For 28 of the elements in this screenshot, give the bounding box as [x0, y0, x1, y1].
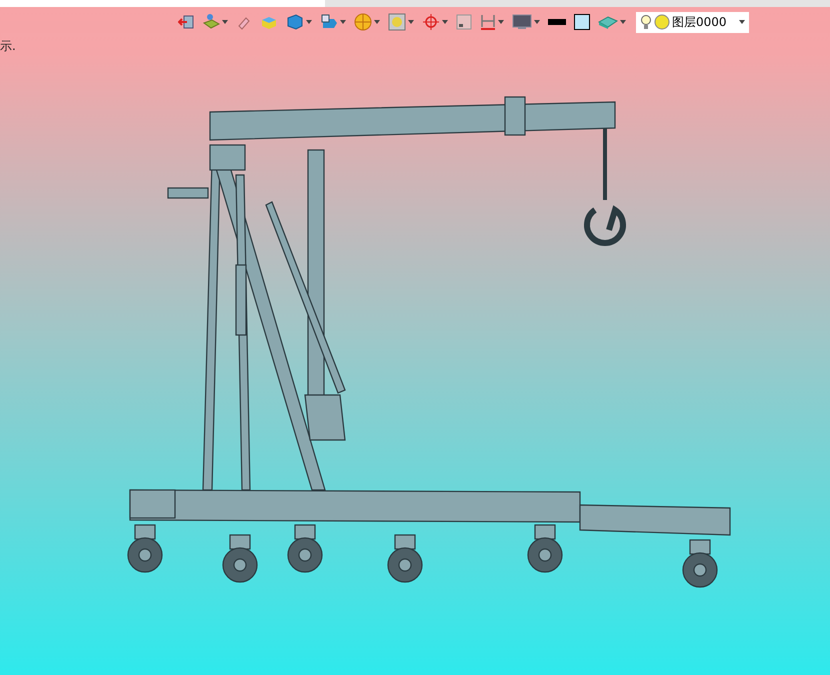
caption-text: 示.	[0, 38, 16, 55]
layers-icon	[202, 13, 220, 31]
frame-icon	[456, 14, 472, 30]
caret-icon	[620, 20, 626, 24]
cube-icon	[286, 13, 304, 31]
render-icon	[388, 13, 406, 31]
caret-icon	[374, 20, 380, 24]
caret-icon	[306, 20, 312, 24]
dimension-icon	[480, 13, 496, 31]
target-icon	[422, 13, 440, 31]
exit-icon	[178, 14, 194, 30]
caret-icon	[222, 20, 228, 24]
cube-view-icon	[320, 13, 338, 31]
caret-icon	[534, 20, 540, 24]
light-bulb-icon	[640, 14, 652, 30]
line-color-icon	[548, 18, 566, 26]
caret-icon	[408, 20, 414, 24]
caret-icon	[739, 20, 745, 24]
sphere-icon	[354, 13, 372, 31]
sun-icon	[654, 14, 670, 30]
caret-icon	[498, 20, 504, 24]
monitor-icon	[512, 13, 532, 31]
fill-color-icon	[574, 14, 590, 30]
material-icon	[598, 14, 618, 30]
layer-select[interactable]: 图层0000	[636, 12, 749, 32]
toolbar-button[interactable]	[572, 11, 592, 33]
caret-icon	[442, 20, 448, 24]
caret-icon	[340, 20, 346, 24]
